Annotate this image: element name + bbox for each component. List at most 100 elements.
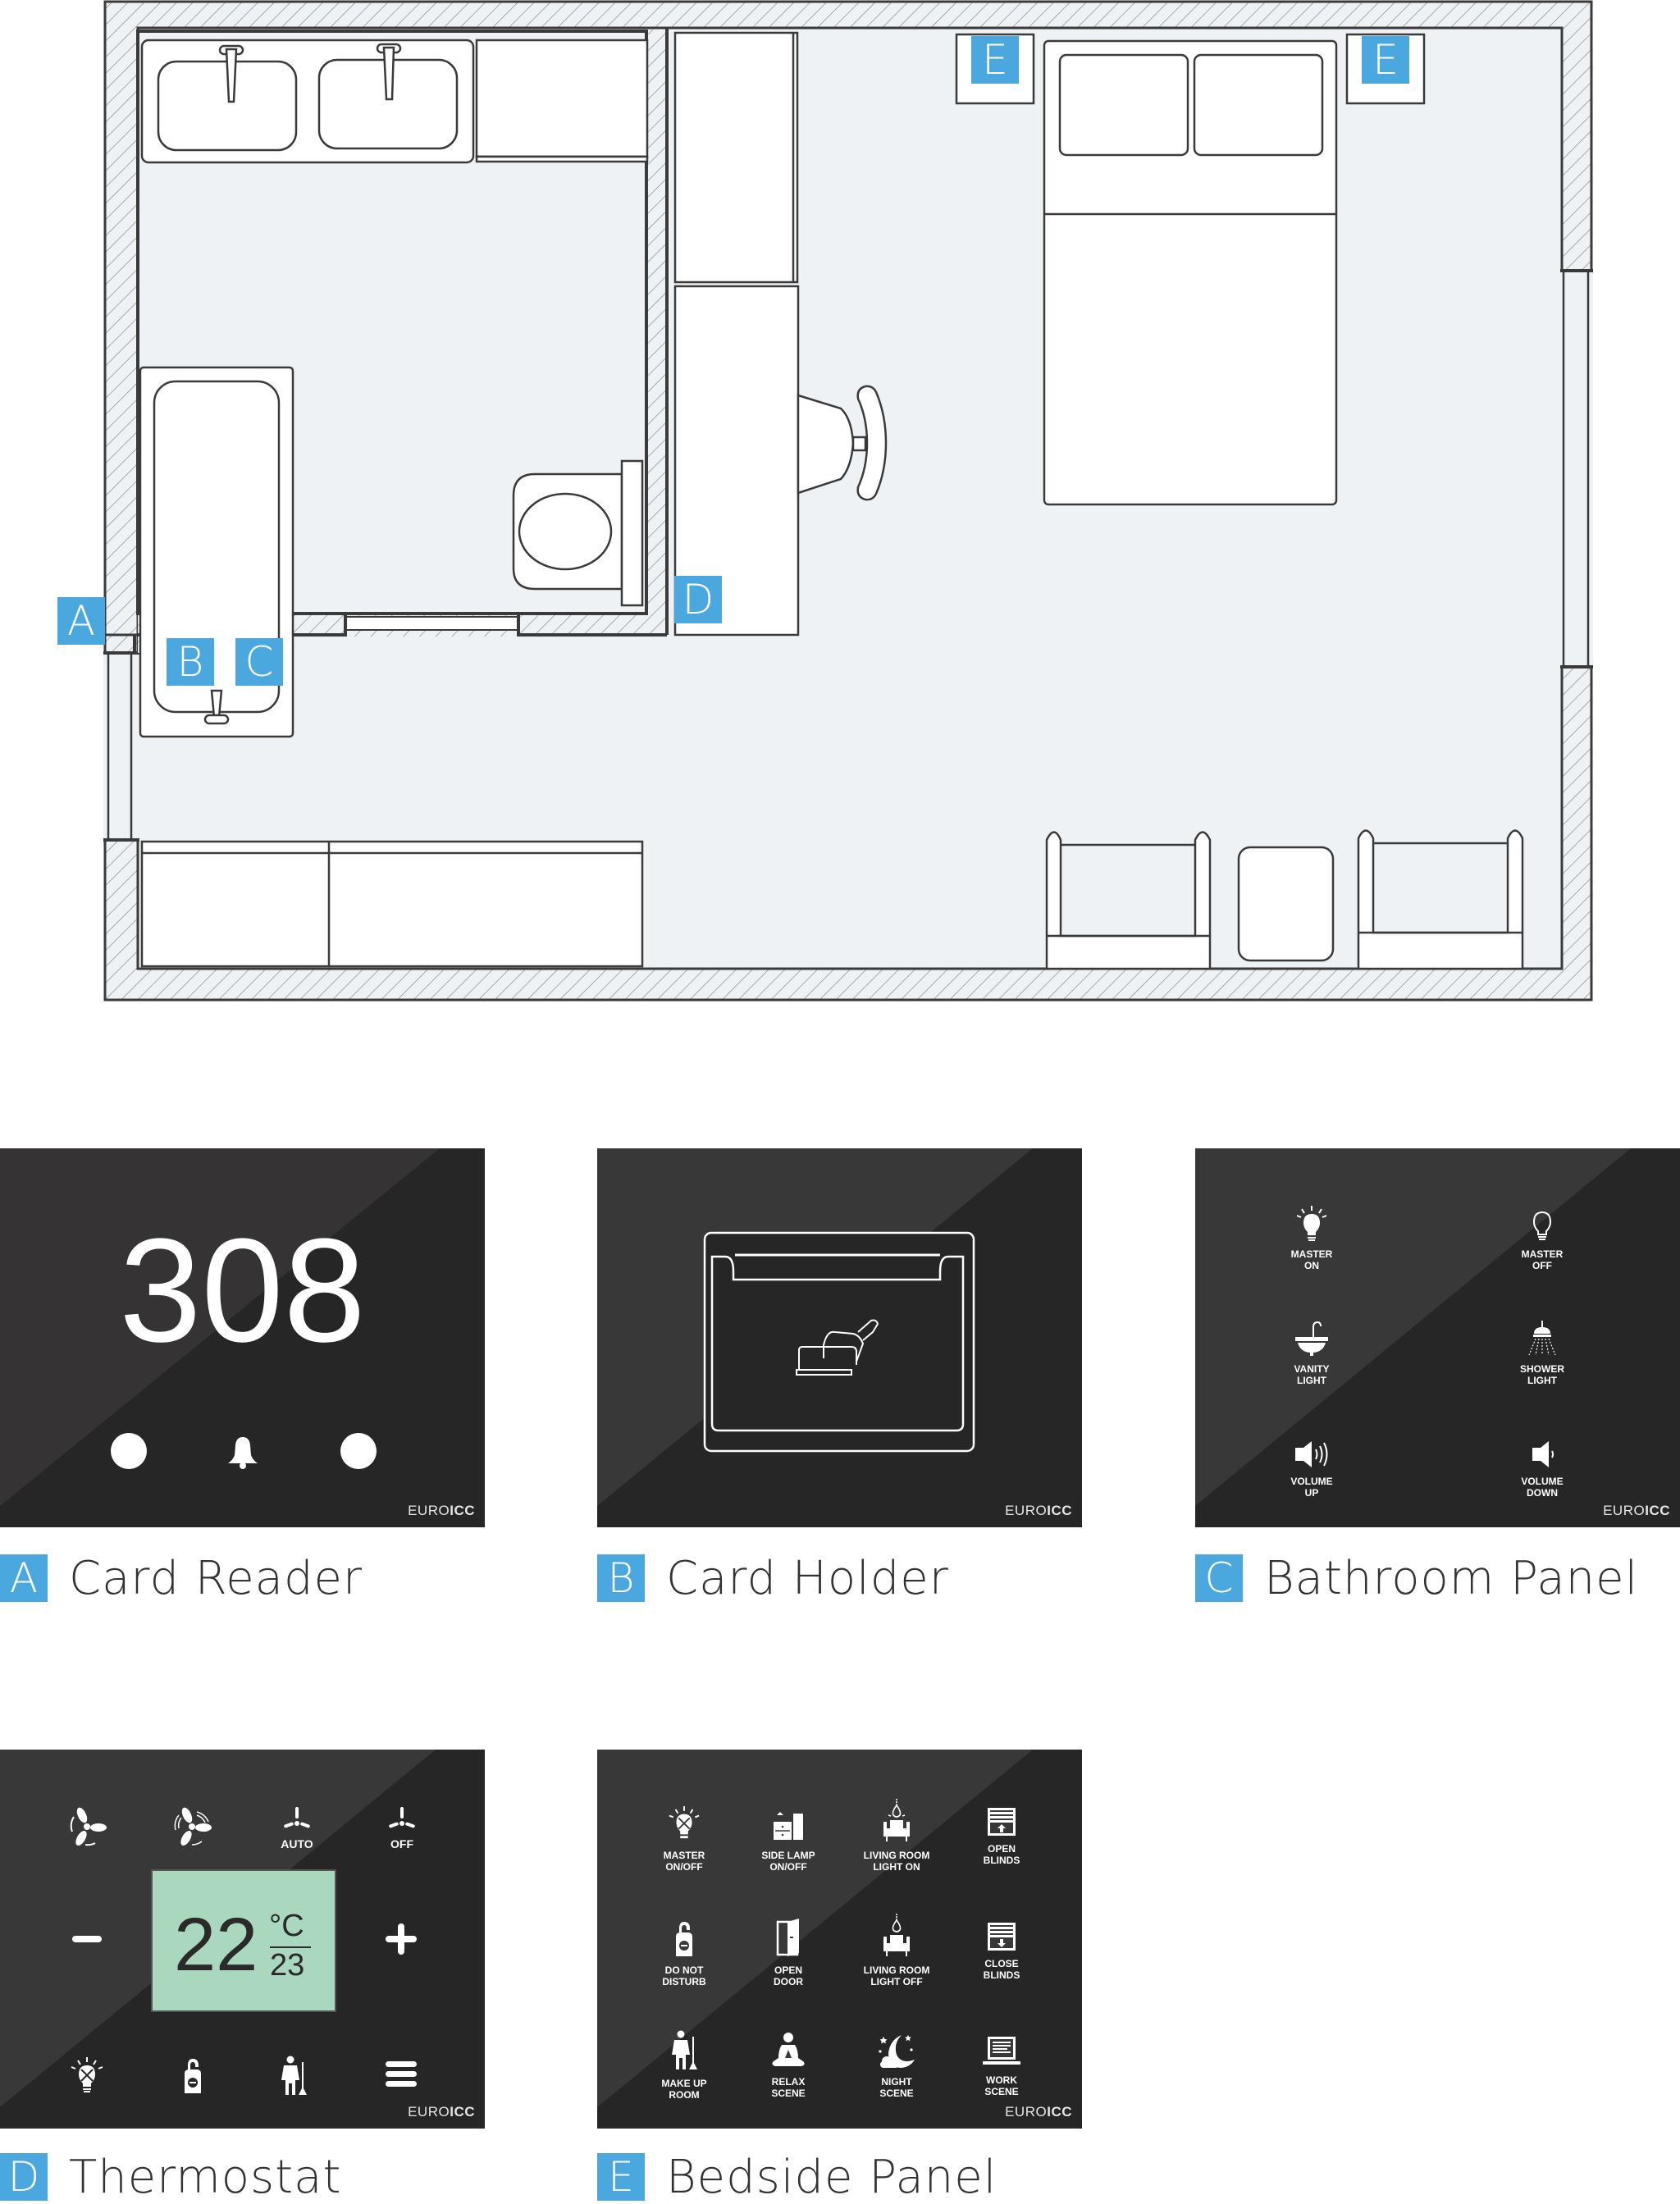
button-label-line2: DISTURB — [662, 1976, 706, 1987]
button-label-line1: CLOSE — [984, 1958, 1019, 1969]
bulb-on-icon — [1296, 1206, 1327, 1241]
current-temperature: 22 — [174, 1903, 258, 1987]
temperature-unit: °C — [269, 1909, 304, 1943]
button-close-blinds[interactable]: CLOSE BLINDS — [961, 1922, 1043, 1981]
fan-auto-button[interactable]: AUTO — [279, 1807, 315, 1850]
fan-off-button[interactable]: OFF — [384, 1807, 420, 1850]
button-make-up-room[interactable]: MAKE UP ROOM — [643, 2030, 725, 2101]
button-label-line2: OFF — [1532, 1260, 1552, 1271]
sink-icon — [1295, 1321, 1328, 1356]
make-up-room-icon[interactable] — [277, 2056, 310, 2097]
brand-logo: EUROICC — [408, 1503, 475, 1518]
caption-letter: E — [597, 2153, 645, 2201]
card-reader-panel: 308 EUROICC — [0, 1148, 485, 1527]
button-open-blinds[interactable]: OPEN BLINDS — [961, 1807, 1043, 1866]
brand-logo: EUROICC — [1005, 2104, 1072, 2120]
button-label-line1: DO NOT — [664, 1964, 704, 1976]
setpoint-temperature: 23 — [270, 1948, 305, 1983]
volume-up-icon — [1295, 1441, 1328, 1467]
side-lamp-icon — [774, 1812, 803, 1840]
meditation-icon — [772, 2033, 805, 2066]
bed — [1043, 39, 1338, 506]
marker-bedside-panel-right: E — [1362, 36, 1409, 84]
button-vanity-light[interactable]: VANITY LIGHT — [1275, 1321, 1349, 1386]
button-living-room-light-off[interactable]: LIVING ROOM LIGHT OFF — [851, 1914, 942, 1987]
button-label-line2: UP — [1304, 1487, 1319, 1499]
toilet — [512, 459, 644, 607]
bell-icon[interactable] — [225, 1434, 261, 1470]
button-do-not-disturb[interactable]: DO NOT DISTURB — [643, 1920, 725, 1987]
fan-high-icon[interactable] — [172, 1807, 213, 1846]
menu-icon[interactable] — [386, 2060, 417, 2089]
brand-logo: EUROICC — [408, 2104, 475, 2120]
button-label-line1: MAKE UP — [661, 2078, 707, 2089]
button-volume-up[interactable]: VOLUME UP — [1275, 1440, 1349, 1499]
button-volume-down[interactable]: VOLUME DOWN — [1505, 1440, 1579, 1499]
button-label-line2: ON/OFF — [769, 1861, 807, 1873]
do-not-disturb-icon[interactable] — [182, 2057, 203, 2095]
button-label-line2: SCENE — [771, 2088, 806, 2099]
caption-title: Thermostat — [69, 2150, 342, 2204]
master-light-icon[interactable] — [70, 2057, 104, 2095]
indicator-dot-icon[interactable] — [339, 1431, 378, 1471]
button-label-line2: LIGHT — [1297, 1375, 1326, 1386]
brand-logo: EUROICC — [1005, 1503, 1072, 1518]
button-label-line2: BLINDS — [983, 1855, 1020, 1866]
caption-card-holder: B Card Holder — [597, 1552, 949, 1605]
pillow — [1193, 53, 1324, 157]
button-side-lamp-on-off[interactable]: SIDE LAMP ON/OFF — [747, 1805, 829, 1873]
button-open-door[interactable]: OPEN DOOR — [747, 1919, 829, 1987]
card-slot-icon[interactable] — [702, 1230, 978, 1457]
door-open-icon — [776, 1919, 799, 1956]
caption-thermostat: D Thermostat — [0, 2150, 342, 2204]
button-label-line1: VOLUME — [1290, 1476, 1333, 1487]
caption-title: Bathroom Panel — [1264, 1551, 1639, 1605]
fan-auto-icon — [284, 1807, 310, 1828]
wardrobe — [673, 31, 799, 284]
bedside-panel: MASTER ON/OFF SIDE LAMP ON/OFF LIVING RO… — [597, 1750, 1082, 2129]
button-label-line2: DOOR — [774, 1976, 803, 1987]
button-work-scene[interactable]: WORK SCENE — [961, 2035, 1043, 2097]
caption-letter: B — [597, 1554, 645, 1602]
button-master-on[interactable]: MASTER ON — [1275, 1206, 1349, 1271]
button-label-line2: ROOM — [669, 2089, 700, 2101]
laptop-icon — [983, 2037, 1020, 2065]
coffee-table — [1237, 846, 1335, 962]
bulb-off-icon — [1532, 1211, 1552, 1240]
button-label-line1: SHOWER — [1520, 1363, 1564, 1375]
caption-card-reader: A Card Reader — [0, 1552, 363, 1605]
plus-icon[interactable] — [386, 1923, 417, 1955]
marker-thermostat: D — [674, 576, 722, 623]
button-label-line1: SIDE LAMP — [761, 1850, 815, 1861]
marker-bathroom-panel: C — [235, 638, 283, 686]
blinds-close-icon — [988, 1923, 1016, 1951]
window-right — [1560, 269, 1593, 669]
fan-low-icon[interactable] — [67, 1807, 107, 1846]
marker-bedside-panel-left: E — [971, 36, 1019, 84]
button-label-line1: OPEN — [987, 1843, 1016, 1855]
caption-letter: D — [0, 2153, 48, 2201]
bathroom-door — [345, 616, 519, 631]
button-label-line1: MASTER — [663, 1850, 705, 1861]
caption-letter: C — [1195, 1554, 1243, 1602]
button-label-line1: MASTER — [1290, 1248, 1333, 1260]
window-left — [103, 651, 139, 842]
marker-card-holder: B — [167, 638, 214, 686]
button-shower-light[interactable]: SHOWER LIGHT — [1505, 1321, 1579, 1386]
button-master-off[interactable]: MASTER OFF — [1505, 1206, 1579, 1271]
armchair-light-off-icon — [883, 1914, 910, 1956]
floor-plan — [103, 0, 1593, 1002]
button-label-line1: MASTER — [1521, 1248, 1564, 1260]
button-living-room-light-on[interactable]: LIVING ROOM LIGHT ON — [851, 1799, 942, 1873]
button-label-line2: LIGHT — [1527, 1375, 1557, 1386]
minus-icon[interactable] — [72, 1934, 102, 1944]
button-master-on-off[interactable]: MASTER ON/OFF — [643, 1805, 725, 1873]
indicator-dot-icon[interactable] — [109, 1431, 148, 1471]
room-number: 308 — [119, 1208, 366, 1373]
fan-off-icon — [389, 1807, 415, 1828]
vanity — [140, 39, 649, 164]
button-relax-scene[interactable]: RELAX SCENE — [747, 2032, 829, 2099]
button-label-line2: SCENE — [879, 2088, 914, 2099]
button-label-line1: WORK — [986, 2074, 1017, 2086]
button-night-scene[interactable]: NIGHT SCENE — [851, 2032, 942, 2099]
